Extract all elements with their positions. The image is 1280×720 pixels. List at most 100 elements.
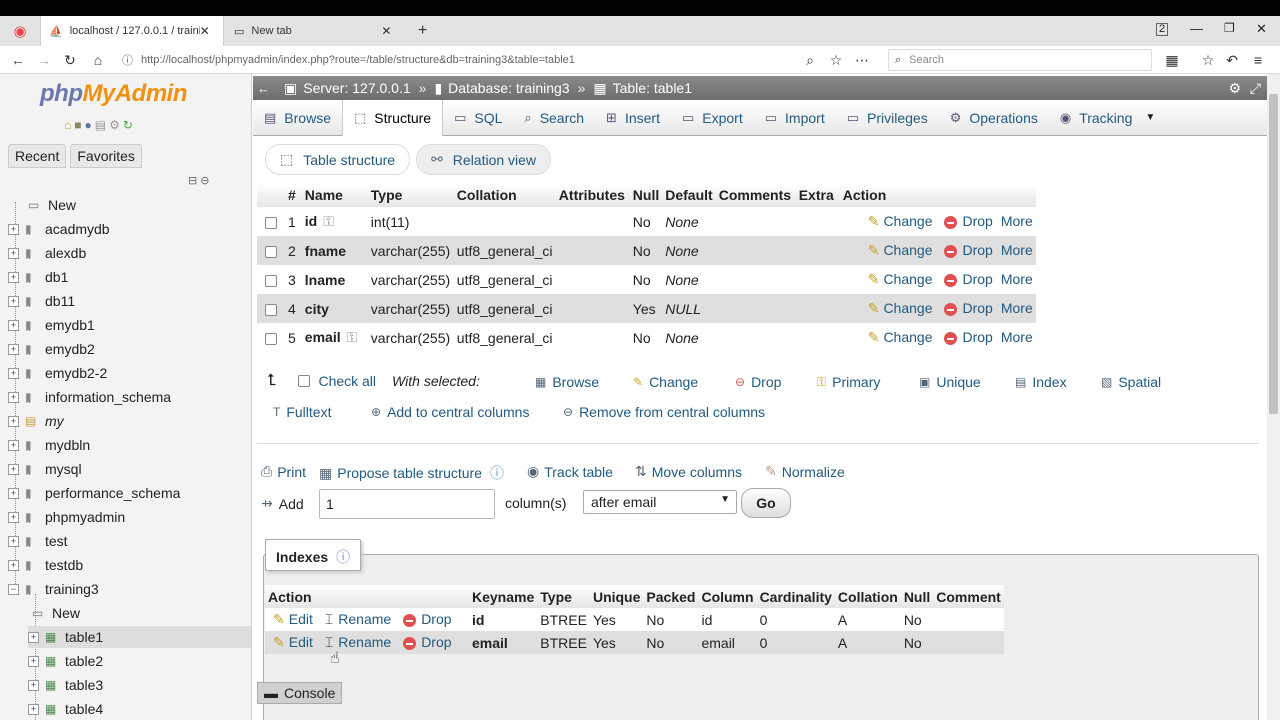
- browser-tab-phpmyadmin[interactable]: ⛵ localhost / 127.0.0.1 / training ✕: [40, 16, 224, 46]
- more-dropdown[interactable]: More: [1001, 242, 1033, 258]
- favorites-icon[interactable]: ☆: [1198, 50, 1218, 70]
- tree-item[interactable]: + ▮ alexdb: [8, 242, 86, 264]
- expand-icon[interactable]: +: [28, 679, 39, 691]
- browser-tab-new[interactable]: ▭ New tab ✕: [226, 16, 408, 46]
- bookmark-star-icon[interactable]: ☆: [826, 50, 846, 70]
- expand-icon[interactable]: +: [28, 631, 39, 643]
- column-name-label[interactable]: lname: [305, 272, 345, 288]
- close-tab-icon[interactable]: ✕: [381, 24, 391, 38]
- tree-item[interactable]: + ▮ phpmyadmin: [8, 506, 125, 528]
- drop-link[interactable]: Drop: [944, 213, 993, 229]
- expand-icon[interactable]: +: [8, 487, 19, 499]
- expand-icon[interactable]: +: [28, 703, 39, 715]
- print-link[interactable]: ⎙ Print: [261, 463, 306, 480]
- settings-icon[interactable]: ⚙: [109, 118, 120, 132]
- row-checkbox[interactable]: [265, 217, 277, 230]
- tree-item[interactable]: + ▮ testdb: [8, 554, 83, 576]
- with-selected-change[interactable]: ✎ Change: [633, 374, 698, 390]
- with-selected-spatial[interactable]: ▧ Spatial: [1101, 374, 1161, 390]
- tab-browse[interactable]: ▤ Browse: [253, 100, 342, 136]
- edit-index-link[interactable]: ✎ Edit: [273, 611, 313, 627]
- collapse-link-controls[interactable]: ⊟ ⊖: [188, 174, 210, 187]
- change-link[interactable]: ✎ Change: [868, 329, 933, 345]
- settings-icon[interactable]: ⚙: [1228, 80, 1241, 97]
- apps-icon[interactable]: ▦: [1162, 50, 1182, 70]
- tree-item[interactable]: − ▮ training3: [8, 578, 99, 600]
- tab-sql[interactable]: ▭ SQL: [443, 100, 513, 136]
- move-columns-link[interactable]: ⇅ Move columns: [635, 463, 742, 480]
- tree-item[interactable]: + ▮ emydb2: [8, 338, 95, 360]
- tab-tracking[interactable]: ◉ Tracking: [1049, 100, 1144, 136]
- tree-item[interactable]: ▭ New: [28, 194, 76, 216]
- change-link[interactable]: ✎ Change: [868, 242, 933, 258]
- column-name-label[interactable]: city: [305, 301, 329, 317]
- expand-icon[interactable]: +: [8, 535, 19, 547]
- column-name-label[interactable]: email: [305, 329, 341, 345]
- tree-item[interactable]: + ▦ table4: [28, 698, 103, 720]
- expand-icon[interactable]: +: [8, 559, 19, 571]
- help-icon[interactable]: ●: [85, 118, 92, 132]
- browser-search-input[interactable]: ⌕ Search: [888, 49, 1152, 71]
- with-selected-drop[interactable]: ⊖ Drop: [735, 374, 781, 390]
- tree-item[interactable]: + ▮ performance_schema: [8, 482, 180, 504]
- edit-index-link[interactable]: ✎ Edit: [273, 634, 313, 650]
- drop-link[interactable]: Drop: [944, 329, 993, 345]
- help-icon[interactable]: ⓘ: [336, 549, 350, 565]
- more-dropdown[interactable]: More: [1001, 329, 1033, 345]
- tree-item[interactable]: + ▮ db1: [8, 266, 68, 288]
- expand-icon[interactable]: +: [8, 295, 19, 307]
- restore-icon[interactable]: ❐: [1224, 21, 1235, 35]
- favorites-tab[interactable]: Favorites: [70, 144, 142, 168]
- tab-count-icon[interactable]: 2: [1156, 23, 1168, 36]
- tab-insert[interactable]: ⊞ Insert: [595, 100, 671, 136]
- tab-search[interactable]: ⌕ Search: [513, 100, 595, 136]
- breadcrumb-table[interactable]: ▦ Table: table1: [593, 80, 692, 97]
- expand-icon[interactable]: +: [8, 511, 19, 523]
- expand-icon[interactable]: +: [8, 343, 19, 355]
- expand-icon[interactable]: +: [8, 247, 19, 259]
- row-checkbox[interactable]: [265, 332, 277, 345]
- drop-index-link[interactable]: Drop: [403, 611, 452, 627]
- check-all-label[interactable]: Check all: [318, 373, 376, 389]
- drop-link[interactable]: Drop: [944, 271, 993, 287]
- collapse-arrow-icon[interactable]: ←: [257, 81, 270, 96]
- address-bar[interactable]: ⓘ http://localhost/phpmyadmin/index.php?…: [122, 48, 852, 72]
- tab-privileges[interactable]: ▭ Privileges: [836, 100, 939, 136]
- with-selected-unique[interactable]: ▣ Unique: [919, 374, 981, 390]
- menu-icon[interactable]: ≡: [1248, 50, 1268, 70]
- more-dropdown[interactable]: More: [1001, 213, 1033, 229]
- check-all-checkbox[interactable]: [298, 375, 311, 387]
- row-checkbox[interactable]: [265, 245, 277, 258]
- with-selected-remove-central[interactable]: ⊖ Remove from central columns: [563, 404, 765, 420]
- with-selected-index[interactable]: ▤ Index: [1015, 374, 1067, 390]
- change-link[interactable]: ✎ Change: [868, 300, 933, 316]
- change-link[interactable]: ✎ Change: [868, 213, 933, 229]
- tree-item[interactable]: + ▤ my: [8, 410, 64, 432]
- tree-item[interactable]: + ▮ information_schema: [8, 386, 171, 408]
- more-dropdown[interactable]: More: [1001, 271, 1033, 287]
- home-icon[interactable]: ⌂: [64, 118, 71, 132]
- close-tab-icon[interactable]: ✕: [200, 24, 210, 38]
- column-name-label[interactable]: id: [305, 213, 317, 229]
- help-icon[interactable]: ⓘ: [490, 463, 504, 483]
- tree-item[interactable]: + ▦ table3: [28, 674, 103, 696]
- column-position-select[interactable]: after email ▼: [583, 490, 737, 514]
- tree-item[interactable]: + ▮ acadmydb: [8, 218, 110, 240]
- back-icon[interactable]: ←: [8, 50, 28, 70]
- expand-icon[interactable]: +: [8, 367, 19, 379]
- minimize-icon[interactable]: —: [1190, 21, 1203, 36]
- expand-icon[interactable]: +: [28, 655, 39, 667]
- zoom-icon[interactable]: ⌕: [800, 50, 820, 70]
- forward-icon[interactable]: →: [34, 50, 54, 70]
- undo-icon[interactable]: ↶: [1222, 50, 1242, 70]
- row-checkbox[interactable]: [265, 274, 277, 287]
- tab-operations[interactable]: ⚙ Operations: [939, 100, 1049, 136]
- table-structure-tab[interactable]: ⬚ Table structure: [265, 144, 411, 175]
- more-tabs-icon[interactable]: ▼: [1145, 112, 1155, 123]
- relation-view-tab[interactable]: ⚯ Relation view: [416, 144, 552, 175]
- home-icon[interactable]: ⌂: [88, 50, 108, 70]
- expand-icon[interactable]: +: [8, 415, 19, 427]
- with-selected-fulltext[interactable]: T Fulltext: [273, 404, 331, 420]
- reload-icon[interactable]: ↻: [60, 50, 80, 70]
- tab-structure[interactable]: ⬚ Structure: [341, 99, 444, 136]
